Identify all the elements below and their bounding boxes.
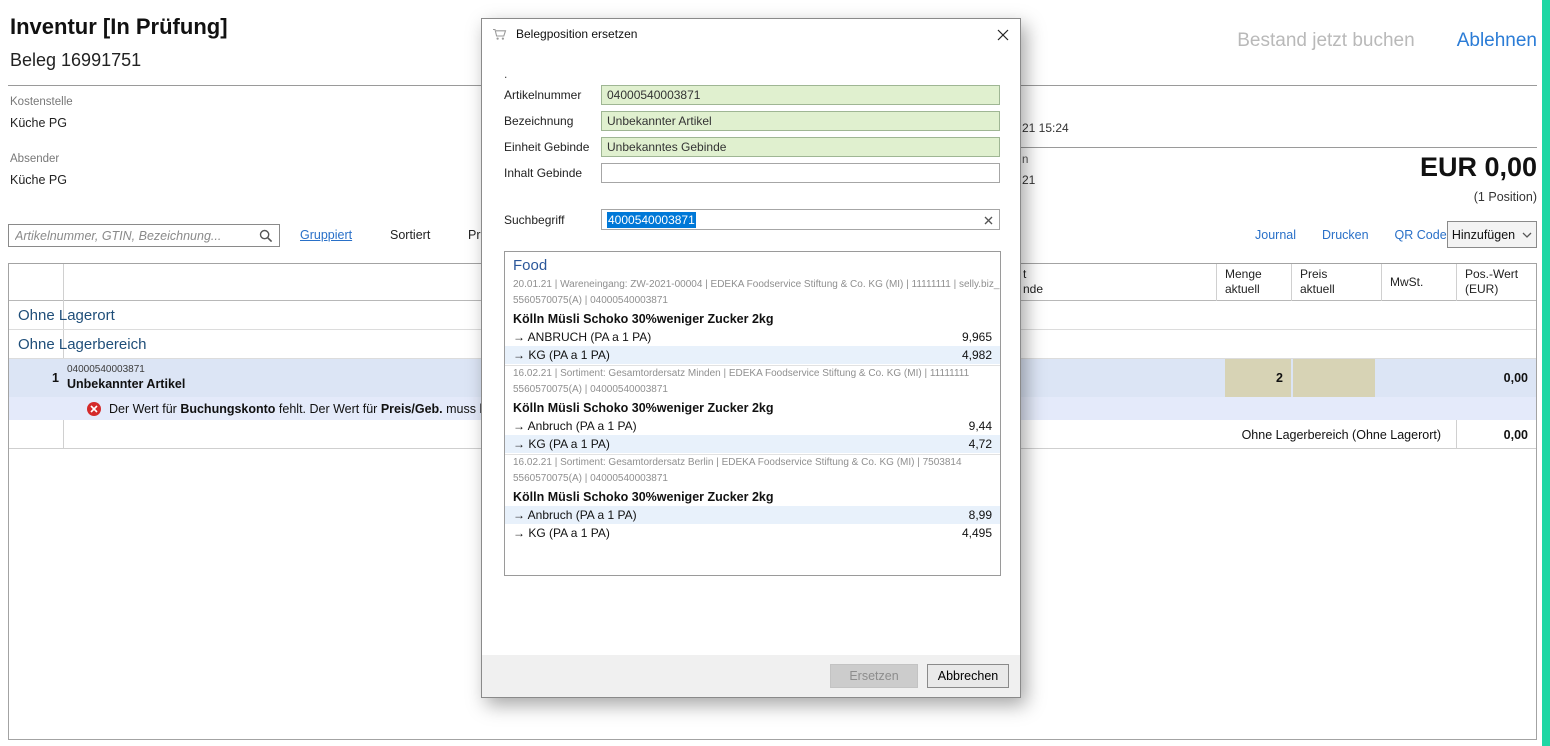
- right-panel-divider: [1021, 147, 1537, 148]
- header-actions: Bestand jetzt buchen Ablehnen: [1237, 30, 1537, 52]
- artikelnummer-label: Artikelnummer: [504, 88, 601, 102]
- dialog-title: Belegposition ersetzen: [516, 27, 637, 41]
- article-name: Unbekannter Artikel: [67, 377, 185, 391]
- column-header-preis: Preisaktuell: [1291, 264, 1381, 301]
- einheit-gebinde-field-row: Einheit Gebinde Unbekanntes Gebinde: [504, 137, 1000, 157]
- close-icon[interactable]: [995, 27, 1010, 42]
- position-count: (1 Position): [1474, 190, 1537, 204]
- entry-article-name: Kölln Müsli Schoko 30%weniger Zucker 2kg: [505, 487, 1000, 506]
- summary-column-separator: [1456, 420, 1457, 449]
- pos-wert-cell: 0,00: [1504, 359, 1528, 397]
- kostenstelle-value: Küche PG: [10, 116, 67, 130]
- summary-value: 0,00: [1504, 428, 1528, 442]
- preis-aktuell-cell[interactable]: [1293, 359, 1375, 397]
- cart-icon: [492, 28, 507, 41]
- entry-meta: 5560570075(A) | 04000540003871: [505, 293, 1000, 309]
- error-message: Der Wert für Buchungskonto fehlt. Der We…: [109, 402, 514, 416]
- row-number: 1: [9, 359, 59, 397]
- chevron-down-icon: [1522, 232, 1532, 238]
- bezeichnung-label: Bezeichnung: [504, 114, 601, 128]
- article-number: 04000540003871: [67, 364, 145, 375]
- column-header-menge: Mengeaktuell: [1216, 264, 1291, 301]
- unit-option[interactable]: → KG (PA a 1 PA)4,982: [505, 346, 1000, 364]
- ersetzen-button[interactable]: Ersetzen: [830, 664, 918, 688]
- bezeichnung-input[interactable]: Unbekannter Artikel: [601, 111, 1000, 131]
- artikelnummer-field-row: Artikelnummer 04000540003871: [504, 85, 1000, 105]
- group-lagerort-label: Ohne Lagerort: [18, 307, 115, 324]
- absender-value: Küche PG: [10, 173, 67, 187]
- beleg-number: Beleg 16991751: [10, 50, 141, 71]
- selected-search-text: 4000540003871: [607, 212, 696, 228]
- hinzufuegen-button[interactable]: Hinzufügen: [1447, 221, 1537, 248]
- summary-label: Ohne Lagerbereich (Ohne Lagerort): [1242, 428, 1441, 442]
- belegposition-ersetzen-dialog: Belegposition ersetzen . Artikelnummer 0…: [481, 18, 1021, 698]
- group-lagerbereich-label: Ohne Lagerbereich: [18, 336, 146, 353]
- qr-code-link[interactable]: QR Code: [1395, 228, 1447, 242]
- toolbar-fragment: Pr: [468, 228, 481, 242]
- search-icon: [259, 229, 273, 243]
- result-entry: 20.01.21 | Wareneingang: ZW-2021-00004 |…: [505, 277, 1000, 366]
- unit-option[interactable]: → KG (PA a 1 PA)4,72: [505, 435, 1000, 453]
- einheit-gebinde-label: Einheit Gebinde: [504, 140, 601, 154]
- menge-aktuell-cell[interactable]: 2: [1225, 359, 1291, 397]
- unit-option[interactable]: → KG (PA a 1 PA)4,495: [505, 524, 1000, 542]
- hidden-column-fragment: t nde: [1023, 267, 1043, 297]
- column-header-mwst: MwSt.: [1381, 264, 1456, 301]
- entry-meta: 5560570075(A) | 04000540003871: [505, 382, 1000, 398]
- entry-meta: 16.02.21 | Sortiment: Gesamtordersatz Mi…: [505, 366, 1000, 382]
- search-placeholder: Artikelnummer, GTIN, Bezeichnung...: [15, 229, 259, 243]
- result-category: Food: [505, 252, 1000, 277]
- journal-link[interactable]: Journal: [1255, 228, 1296, 242]
- search-results-list[interactable]: Food 20.01.21 | Wareneingang: ZW-2021-00…: [504, 251, 1001, 576]
- suchbegriff-field-row: Suchbegriff 4000540003871: [504, 209, 1000, 230]
- unit-option[interactable]: → ANBRUCH (PA a 1 PA)9,965: [505, 328, 1000, 346]
- absender-label: Absender: [10, 153, 59, 165]
- error-icon: [87, 402, 101, 416]
- clear-search-icon[interactable]: [984, 214, 993, 228]
- abbrechen-button[interactable]: Abbrechen: [927, 664, 1009, 688]
- unit-option[interactable]: → Anbruch (PA a 1 PA)8,99: [505, 506, 1000, 524]
- date-fragment: 21: [1022, 173, 1035, 187]
- drucken-link[interactable]: Drucken: [1322, 228, 1369, 242]
- stray-dot: .: [504, 67, 507, 81]
- inventur-page: Inventur [In Prüfung] Beleg 16991751 Bes…: [0, 0, 1550, 746]
- artikelnummer-input[interactable]: 04000540003871: [601, 85, 1000, 105]
- entry-meta: 5560570075(A) | 04000540003871: [505, 471, 1000, 487]
- ablehnen-button[interactable]: Ablehnen: [1457, 30, 1537, 52]
- inhalt-gebinde-label: Inhalt Gebinde: [504, 166, 601, 180]
- column-header-poswert: Pos.-Wert(EUR): [1456, 264, 1538, 301]
- entry-meta: 20.01.21 | Wareneingang: ZW-2021-00004 |…: [505, 277, 1000, 293]
- label-fragment: n: [1022, 154, 1028, 166]
- gruppiert-link[interactable]: Gruppiert: [300, 228, 352, 242]
- document-links: Journal Drucken QR Code: [1255, 228, 1447, 242]
- inhalt-gebinde-field-row: Inhalt Gebinde: [504, 163, 1000, 183]
- entry-meta: 16.02.21 | Sortiment: Gesamtordersatz Be…: [505, 455, 1000, 471]
- unit-option[interactable]: → Anbruch (PA a 1 PA)9,44: [505, 417, 1000, 435]
- dialog-titlebar[interactable]: Belegposition ersetzen: [482, 19, 1020, 49]
- page-title: Inventur [In Prüfung]: [10, 14, 228, 40]
- suchbegriff-input[interactable]: 4000540003871: [601, 209, 1000, 230]
- window-accent-bar: [1542, 0, 1550, 746]
- bezeichnung-field-row: Bezeichnung Unbekannter Artikel: [504, 111, 1000, 131]
- dialog-footer: Ersetzen Abbrechen: [482, 655, 1020, 697]
- timestamp-fragment: 21 15:24: [1022, 121, 1069, 135]
- suchbegriff-label: Suchbegriff: [504, 213, 601, 227]
- kostenstelle-label: Kostenstelle: [10, 96, 73, 108]
- search-input[interactable]: Artikelnummer, GTIN, Bezeichnung...: [8, 224, 280, 247]
- total-amount: EUR 0,00: [1420, 152, 1537, 183]
- entry-article-name: Kölln Müsli Schoko 30%weniger Zucker 2kg: [505, 398, 1000, 417]
- inhalt-gebinde-input[interactable]: [601, 163, 1000, 183]
- entry-article-name: Kölln Müsli Schoko 30%weniger Zucker 2kg: [505, 309, 1000, 328]
- result-entry: 16.02.21 | Sortiment: Gesamtordersatz Be…: [505, 455, 1000, 543]
- hinzufuegen-label: Hinzufügen: [1452, 228, 1515, 242]
- result-entry: 16.02.21 | Sortiment: Gesamtordersatz Mi…: [505, 366, 1000, 455]
- einheit-gebinde-input[interactable]: Unbekanntes Gebinde: [601, 137, 1000, 157]
- sortiert-link[interactable]: Sortiert: [390, 228, 430, 242]
- bestand-buchen-button: Bestand jetzt buchen: [1237, 30, 1414, 52]
